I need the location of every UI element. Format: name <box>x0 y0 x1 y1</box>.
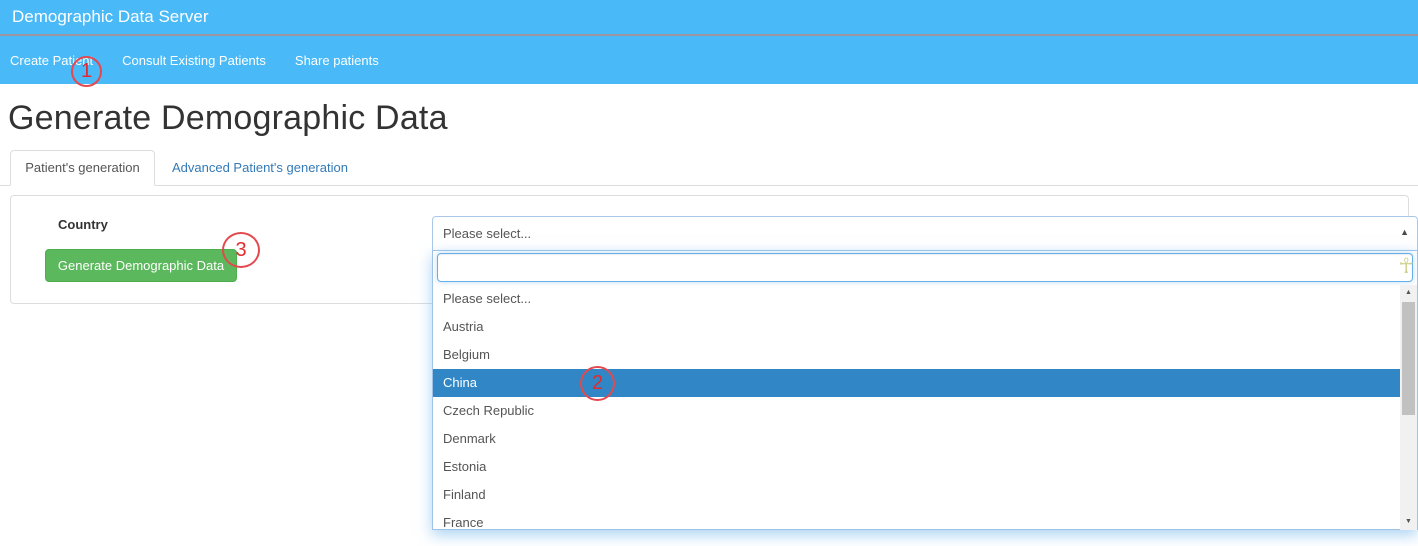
country-options: Please select...AustriaBelgiumChinaCzech… <box>433 285 1400 530</box>
tab-patients-generation[interactable]: Patient's generation <box>10 150 155 186</box>
country-option[interactable]: Finland <box>433 481 1400 509</box>
country-select-dropdown: ☥ Please select...AustriaBelgiumChinaCze… <box>432 251 1418 530</box>
annotation-number: 2 <box>592 372 603 395</box>
country-option[interactable]: China <box>433 369 1400 397</box>
country-option[interactable]: France <box>433 509 1400 530</box>
annotation-circle-2: 2 <box>580 366 615 401</box>
country-option[interactable]: Estonia <box>433 453 1400 481</box>
country-option[interactable]: Belgium <box>433 341 1400 369</box>
scrollbar-up-icon[interactable]: ▲ <box>1400 285 1417 301</box>
scrollbar-down-icon[interactable]: ▼ <box>1400 514 1417 530</box>
country-select: Please select... ▲ ☥ Please select...Aus… <box>432 216 1418 251</box>
country-option[interactable]: Please select... <box>433 285 1400 313</box>
country-select-value: Please select... <box>443 217 531 250</box>
annotation-circle-3: 3 <box>222 232 260 268</box>
country-option[interactable]: Austria <box>433 313 1400 341</box>
page-title: Generate Demographic Data <box>8 99 448 138</box>
country-search-area: ☥ <box>433 251 1417 285</box>
dropdown-scrollbar[interactable]: ▲ ▼ <box>1400 285 1417 530</box>
tab-advanced-patients-generation[interactable]: Advanced Patient's generation <box>172 150 348 186</box>
country-option[interactable]: Czech Republic <box>433 397 1400 425</box>
nav-item-consult-existing-patients[interactable]: Consult Existing Patients <box>122 53 266 68</box>
annotation-number: 1 <box>81 60 92 83</box>
app-title: Demographic Data Server <box>12 0 209 34</box>
country-option[interactable]: Denmark <box>433 425 1400 453</box>
annotation-number: 3 <box>235 239 246 262</box>
chevron-up-icon: ▲ <box>1400 227 1409 237</box>
country-label: Country <box>58 217 108 232</box>
country-search-input[interactable] <box>437 253 1413 282</box>
scrollbar-thumb[interactable] <box>1402 302 1415 415</box>
app-window: Demographic Data Server Create Patient C… <box>0 0 1418 546</box>
main-navbar: Create Patient Consult Existing Patients… <box>0 36 1418 84</box>
country-select-display[interactable]: Please select... ▲ <box>432 216 1418 251</box>
annotation-circle-1: 1 <box>71 56 102 87</box>
title-bar: Demographic Data Server <box>0 0 1418 34</box>
generate-demographic-data-button[interactable]: Generate Demographic Data <box>45 249 237 282</box>
nav-item-share-patients[interactable]: Share patients <box>295 53 379 68</box>
